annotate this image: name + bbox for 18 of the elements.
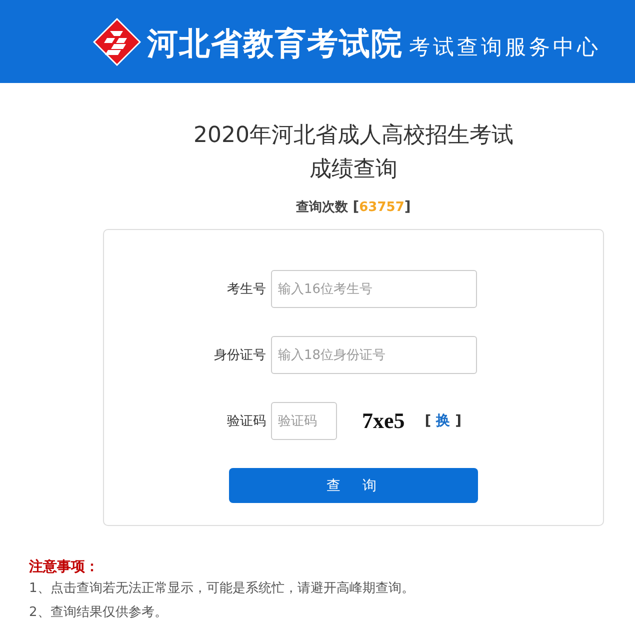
refresh-captcha-link[interactable]: [ 换 ] [424, 412, 462, 430]
captcha-field[interactable]: 验证码 [271, 402, 337, 440]
page-title: 2020年河北省成人高校招生考试 [194, 122, 514, 150]
field-label: 身份证号 [213, 347, 266, 364]
input-field[interactable]: 输入16位考生号 [271, 270, 477, 308]
query-button[interactable]: 查 询 [229, 468, 478, 503]
field-label: 验证码 [226, 413, 266, 430]
logo-icon [93, 18, 141, 66]
captcha-code: 7xe5 [362, 408, 405, 434]
site-subtitle: 考试查询服务中心 [409, 34, 601, 60]
query-count-text: 查询次数 [63757] [296, 198, 411, 217]
notice-item: 2、查询结果仅供参考。 [29, 604, 168, 622]
page-subtitle: 成绩查询 [310, 156, 398, 184]
notice-title: 注意事项： [29, 558, 100, 577]
site-title: 河北省教育考试院 [147, 24, 403, 64]
input-field[interactable]: 输入18位身份证号 [271, 336, 477, 374]
notice-item: 1、点击查询若无法正常显示，可能是系统忙，请避开高峰期查询。 [29, 580, 416, 598]
field-label: 考生号 [226, 281, 266, 298]
